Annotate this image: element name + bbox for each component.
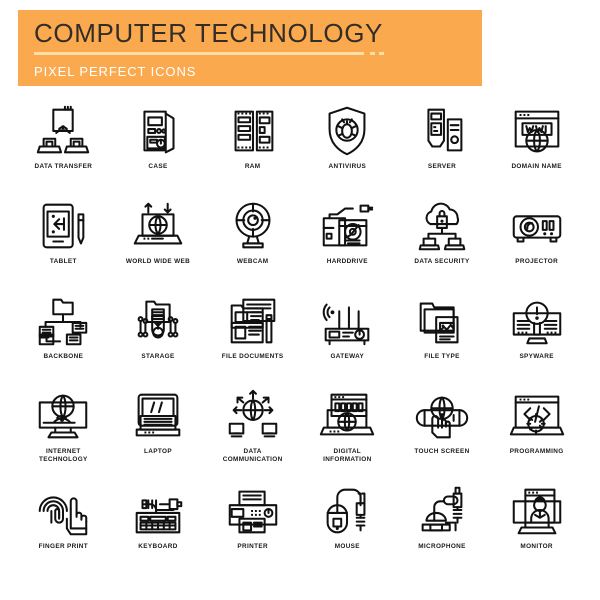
programming-icon (506, 385, 568, 447)
icon-cell[interactable]: FINGER PRINT (16, 480, 111, 575)
icon-cell[interactable]: PRINTER (205, 480, 300, 575)
icon-cell[interactable]: BACKBONE (16, 290, 111, 385)
icon-label: PROGRAMMING (509, 448, 564, 455)
icon-cell[interactable]: CASE (111, 100, 206, 195)
projector-icon (506, 195, 568, 257)
icon-cell[interactable]: ANTIVIRUS (300, 100, 395, 195)
icon-cell[interactable]: DIGITAL INFORMATION (300, 385, 395, 480)
icon-label: FILE TYPE (424, 353, 460, 360)
file-type-icon (411, 290, 473, 352)
icon-cell[interactable]: DATA SECURITY (395, 195, 490, 290)
icon-label: LAPTOP (144, 448, 172, 455)
domain-name-icon (506, 100, 568, 162)
backbone-icon (32, 290, 94, 352)
icon-label: DATA COMMUNICATION (222, 448, 283, 464)
mouse-icon (316, 480, 378, 542)
tablet-icon (32, 195, 94, 257)
digital-information-icon (316, 385, 378, 447)
icon-grid: DATA TRANSFER CASE RAM ANTIVIRUS SERVER … (16, 100, 584, 575)
icon-label: DATA TRANSFER (34, 163, 93, 170)
icon-label: KEYBOARD (138, 543, 178, 550)
icon-label: DOMAIN NAME (511, 163, 562, 170)
icon-label: FINGER PRINT (38, 543, 88, 550)
internet-technology-icon (32, 385, 94, 447)
spyware-icon (506, 290, 568, 352)
icon-cell[interactable]: PROGRAMMING (489, 385, 584, 480)
icon-cell[interactable]: FILE DOCUMENTS (205, 290, 300, 385)
page-title: COMPUTER TECHNOLOGY (34, 18, 383, 48)
touch-screen-icon (411, 385, 473, 447)
server-icon (411, 100, 473, 162)
icon-label: GATEWAY (330, 353, 365, 360)
laptop-icon (127, 385, 189, 447)
icon-label: TABLET (49, 258, 77, 265)
icon-label: SPYWARE (519, 353, 554, 360)
harddrive-icon (316, 195, 378, 257)
world-wide-web-icon (127, 195, 189, 257)
icon-cell[interactable]: MONITOR (489, 480, 584, 575)
microphone-icon (411, 480, 473, 542)
icon-cell[interactable]: LAPTOP (111, 385, 206, 480)
icon-cell[interactable]: TABLET (16, 195, 111, 290)
icon-label: TOUCH SCREEN (414, 448, 470, 455)
data-security-icon (411, 195, 473, 257)
icon-label: DATA SECURITY (414, 258, 470, 265)
data-transfer-icon (32, 100, 94, 162)
icon-label: WEBCAM (236, 258, 269, 265)
icon-label: SERVER (427, 163, 457, 170)
icon-label: DIGITAL INFORMATION (323, 448, 372, 464)
icon-cell[interactable]: TOUCH SCREEN (395, 385, 490, 480)
page-subtitle: PIXEL PERFECT ICONS (34, 64, 197, 79)
icon-label: MOUSE (334, 543, 360, 550)
icon-label: MONITOR (520, 543, 553, 550)
icon-cell[interactable]: INTERNET TECHNOLOGY (16, 385, 111, 480)
finger-print-icon (32, 480, 94, 542)
title-divider (34, 52, 404, 55)
icon-cell[interactable]: SERVER (395, 100, 490, 195)
file-documents-icon (222, 290, 284, 352)
icon-cell[interactable]: MICROPHONE (395, 480, 490, 575)
icon-cell[interactable]: DATA TRANSFER (16, 100, 111, 195)
data-communication-icon (222, 385, 284, 447)
ram-icon (222, 100, 284, 162)
icon-cell[interactable]: HARDDRIVE (300, 195, 395, 290)
icon-cell[interactable]: KEYBOARD (111, 480, 206, 575)
case-icon (127, 100, 189, 162)
icon-cell[interactable]: GATEWAY (300, 290, 395, 385)
monitor-icon (506, 480, 568, 542)
icon-cell[interactable]: WORLD WIDE WEB (111, 195, 206, 290)
webcam-icon (222, 195, 284, 257)
keyboard-icon (127, 480, 189, 542)
icon-label: WORLD WIDE WEB (125, 258, 191, 265)
icon-label: PROJECTOR (515, 258, 559, 265)
icon-label: FILE DOCUMENTS (221, 353, 284, 360)
icon-label: BACKBONE (43, 353, 84, 360)
icon-cell[interactable]: STARAGE (111, 290, 206, 385)
icon-cell[interactable]: SPYWARE (489, 290, 584, 385)
printer-icon (222, 480, 284, 542)
icon-cell[interactable]: WEBCAM (205, 195, 300, 290)
icon-sheet: COMPUTER TECHNOLOGY PIXEL PERFECT ICONS … (0, 0, 600, 600)
icon-cell[interactable]: DATA COMMUNICATION (205, 385, 300, 480)
icon-cell[interactable]: RAM (205, 100, 300, 195)
icon-label: ANTIVIRUS (328, 163, 367, 170)
icon-cell[interactable]: PROJECTOR (489, 195, 584, 290)
icon-label: RAM (244, 163, 261, 170)
icon-cell[interactable]: DOMAIN NAME (489, 100, 584, 195)
icon-label: HARDDRIVE (326, 258, 368, 265)
storage-icon (127, 290, 189, 352)
icon-label: CASE (148, 163, 168, 170)
icon-cell[interactable]: FILE TYPE (395, 290, 490, 385)
header-banner: COMPUTER TECHNOLOGY PIXEL PERFECT ICONS (18, 10, 482, 86)
antivirus-icon (316, 100, 378, 162)
icon-label: STARAGE (141, 353, 175, 360)
icon-cell[interactable]: MOUSE (300, 480, 395, 575)
gateway-icon (316, 290, 378, 352)
icon-label: INTERNET TECHNOLOGY (39, 448, 88, 464)
icon-label: PRINTER (237, 543, 268, 550)
icon-label: MICROPHONE (418, 543, 466, 550)
